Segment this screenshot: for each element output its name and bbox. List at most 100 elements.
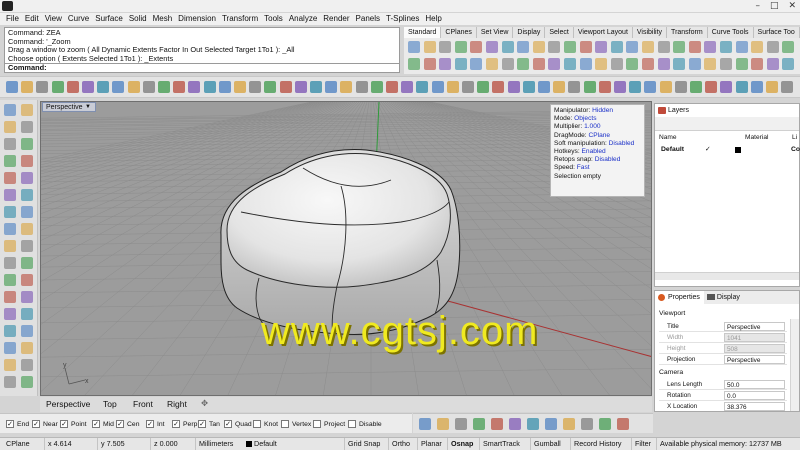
toolbar-tool-icon[interactable] [340,81,353,93]
standard-tool-icon[interactable] [642,58,654,70]
checkbox-icon[interactable] [253,420,261,428]
tab-display[interactable]: Display [704,291,744,304]
standard-tool-icon[interactable] [501,58,514,70]
toolbar-tool-icon[interactable] [234,81,246,93]
view-tab-perspective[interactable]: Perspective [46,399,90,410]
toolbar-tool-icon[interactable] [431,81,444,93]
toolbar-tool-icon[interactable] [401,81,414,93]
left-tool-icon[interactable] [21,121,33,133]
standard-tool-icon[interactable] [720,41,732,53]
prop-projection-select[interactable]: Perspective [724,355,785,364]
tab-set-view[interactable]: Set View [477,27,514,38]
left-tool-icon[interactable] [21,240,33,252]
column-name[interactable]: Name [659,133,677,143]
toolbar-tool-icon[interactable] [750,81,763,93]
standard-tool-icon[interactable] [673,41,686,53]
left-tool-icon[interactable] [21,325,33,337]
toolbar-tool-icon[interactable] [705,81,718,93]
standard-tool-icon[interactable] [517,58,530,70]
menu-transform[interactable]: Transform [220,13,262,25]
tab-select[interactable]: Select [545,27,574,38]
menu-tools[interactable]: Tools [262,13,287,25]
toolbar-tool-icon[interactable] [720,81,733,93]
checkbox-icon[interactable]: ✓ [92,420,100,428]
left-tool-icon[interactable] [4,223,16,235]
view-tab-right[interactable]: Right [167,399,187,410]
osnap-point[interactable]: ✓ Point [60,420,87,429]
toggle-planar[interactable]: Planar [417,438,442,450]
left-tool-icon[interactable] [21,206,33,218]
checkbox-icon[interactable]: ✓ [32,420,40,428]
column-material[interactable]: Material [745,133,768,143]
toolbar-tool-icon[interactable] [386,81,398,93]
column-linetype[interactable]: Li [792,133,797,143]
snap-tool-icon[interactable] [437,418,449,430]
standard-tool-icon[interactable] [470,41,483,53]
view-tab-front[interactable]: Front [133,399,153,410]
toggle-gumball[interactable]: Gumball [530,438,561,450]
standard-tool-icon[interactable] [408,41,420,53]
left-tool-icon[interactable] [4,291,16,303]
standard-tool-icon[interactable] [610,58,623,70]
checkbox-icon[interactable] [281,420,289,428]
toolbar-tool-icon[interactable] [158,81,170,93]
menu-edit[interactable]: Edit [23,13,43,25]
standard-tool-icon[interactable] [548,41,561,53]
prop-x-location-field[interactable]: 38.376 [724,402,785,411]
left-tool-icon[interactable] [4,342,16,354]
snap-tool-icon[interactable] [563,418,575,430]
toolbar-tool-icon[interactable] [598,81,611,93]
left-tool-icon[interactable] [4,104,16,116]
left-tool-icon[interactable] [4,257,16,269]
osnap-project[interactable]: Project [313,420,345,429]
layer-row-default[interactable]: Default ✓ Co [655,144,800,155]
toolbar-tool-icon[interactable] [659,81,672,93]
toolbar-tool-icon[interactable] [294,81,307,93]
tab-cplanes[interactable]: CPlanes [441,27,477,38]
toolbar-tool-icon[interactable] [218,81,231,93]
toolbar-tool-icon[interactable] [66,81,79,93]
menu-surface[interactable]: Surface [93,13,127,25]
toolbar-tool-icon[interactable] [690,81,702,93]
snap-tool-icon[interactable] [455,418,467,430]
menu-curve[interactable]: Curve [66,13,93,25]
toolbar-tool-icon[interactable] [644,81,657,93]
left-tool-icon[interactable] [21,155,33,167]
tab-display[interactable]: Display [513,27,546,38]
current-layer-check-icon[interactable]: ✓ [705,144,711,155]
toggle-record-history[interactable]: Record History [570,438,622,450]
standard-tool-icon[interactable] [548,58,561,70]
left-tool-icon[interactable] [21,257,33,269]
left-tool-icon[interactable] [4,274,16,286]
menu-dimension[interactable]: Dimension [176,13,220,25]
toggle-smarttrack[interactable]: SmartTrack [479,438,520,450]
osnap-perp[interactable]: ✓ Perp [172,420,197,429]
snap-tool-icon[interactable] [545,418,557,430]
standard-tool-icon[interactable] [673,58,686,70]
toolbar-tool-icon[interactable] [264,81,277,93]
left-tool-icon[interactable] [4,240,16,252]
standard-tool-icon[interactable] [486,41,498,53]
menu-solid[interactable]: Solid [127,13,151,25]
toolbar-tool-icon[interactable] [370,81,383,93]
left-tool-icon[interactable] [4,121,16,133]
toolbar-tool-icon[interactable] [249,81,262,93]
standard-tool-icon[interactable] [751,58,764,70]
standard-tool-icon[interactable] [782,41,795,53]
tab-properties[interactable]: Properties [655,291,704,304]
standard-tool-icon[interactable] [423,41,436,53]
left-tool-icon[interactable] [21,274,33,286]
toolbar-tool-icon[interactable] [583,81,596,93]
toolbar-tool-icon[interactable] [355,81,368,93]
standard-tool-icon[interactable] [595,58,608,70]
toolbar-tool-icon[interactable] [522,81,535,93]
standard-tool-icon[interactable] [657,41,670,53]
viewport-menu-arrow-icon[interactable]: ▼ [85,102,91,112]
prop-title-field[interactable]: Perspective [724,322,785,331]
toolbar-tool-icon[interactable] [416,81,429,93]
osnap-end[interactable]: ✓ End [6,420,29,429]
checkbox-icon[interactable]: ✓ [198,420,206,428]
standard-tool-icon[interactable] [517,41,530,53]
snap-tool-icon[interactable] [419,418,431,430]
standard-tool-icon[interactable] [454,58,467,70]
